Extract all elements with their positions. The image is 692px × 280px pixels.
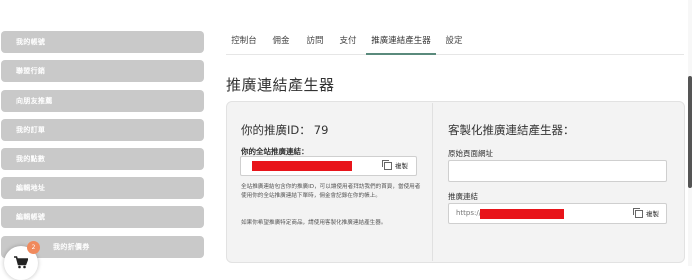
redacted-generated-link [480, 209, 564, 219]
copy-icon [633, 208, 643, 218]
account-sidebar: 我的帳號 聯盟行銷 向朋友推薦 我的訂單 我的點數 編輯地址 編輯帳號 我的折價… [0, 0, 206, 266]
copy-label: 複製 [646, 210, 659, 218]
copy-icon [382, 160, 392, 170]
affiliate-tabs: 控制台 佣金 訪問 支付 推廣連結產生器 設定 [226, 29, 684, 55]
custom-link-hint: 如果你希望推廣特定商品，請使用客製化推廣連結產生器。 [241, 220, 387, 226]
tab-settings[interactable]: 設定 [442, 29, 466, 53]
affiliate-id-value: 79 [313, 123, 329, 137]
affiliate-id-heading: 你的推廣ID： 79 [241, 122, 328, 138]
original-url-input[interactable] [448, 160, 667, 182]
sidebar-item-my-points[interactable]: 我的點數 [1, 148, 204, 170]
scrollbar-thumb[interactable] [688, 76, 692, 188]
copy-sitewide-link-button[interactable]: 複製 [382, 160, 408, 172]
tab-dashboard[interactable]: 控制台 [226, 29, 262, 53]
copy-generated-link-button[interactable]: 複製 [633, 208, 659, 220]
generated-link-label: 推廣連結 [448, 192, 478, 201]
generated-link-prefix: https:// [456, 209, 482, 217]
page-title: 推廣連結產生器 [226, 76, 335, 94]
page-scrollbar[interactable] [688, 0, 692, 266]
original-url-label: 原始頁面網址 [448, 149, 493, 158]
sidebar-item-edit-address[interactable]: 編輯地址 [1, 177, 204, 199]
sidebar-item-affiliate[interactable]: 聯盟行銷 [1, 60, 204, 82]
tab-link-generator[interactable]: 推廣連結產生器 [366, 29, 436, 55]
sitewide-link-description: 全站推廣連結包含你的推廣ID，可以讓使用者拜訪我們的首頁，當使用者使用你的全站推… [241, 184, 421, 199]
custom-generator-title: 客製化推廣連結產生器： [448, 123, 575, 137]
tab-payouts[interactable]: 支付 [336, 29, 360, 53]
affiliate-id-label: 你的推廣ID： [241, 123, 311, 137]
copy-label: 複製 [395, 162, 408, 170]
redacted-link [252, 161, 352, 171]
panel-divider [432, 103, 433, 261]
sidebar-item-my-orders[interactable]: 我的訂單 [1, 119, 204, 141]
sidebar-item-my-account[interactable]: 我的帳號 [1, 31, 204, 53]
shopping-cart-icon [14, 256, 28, 269]
tab-commission[interactable]: 佣金 [269, 29, 293, 53]
cart-count-badge: 2 [27, 241, 40, 254]
tab-visits[interactable]: 訪問 [303, 29, 327, 53]
sidebar-item-edit-account[interactable]: 編輯帳號 [1, 206, 204, 228]
sidebar-item-refer-friend[interactable]: 向朋友推薦 [1, 90, 204, 112]
